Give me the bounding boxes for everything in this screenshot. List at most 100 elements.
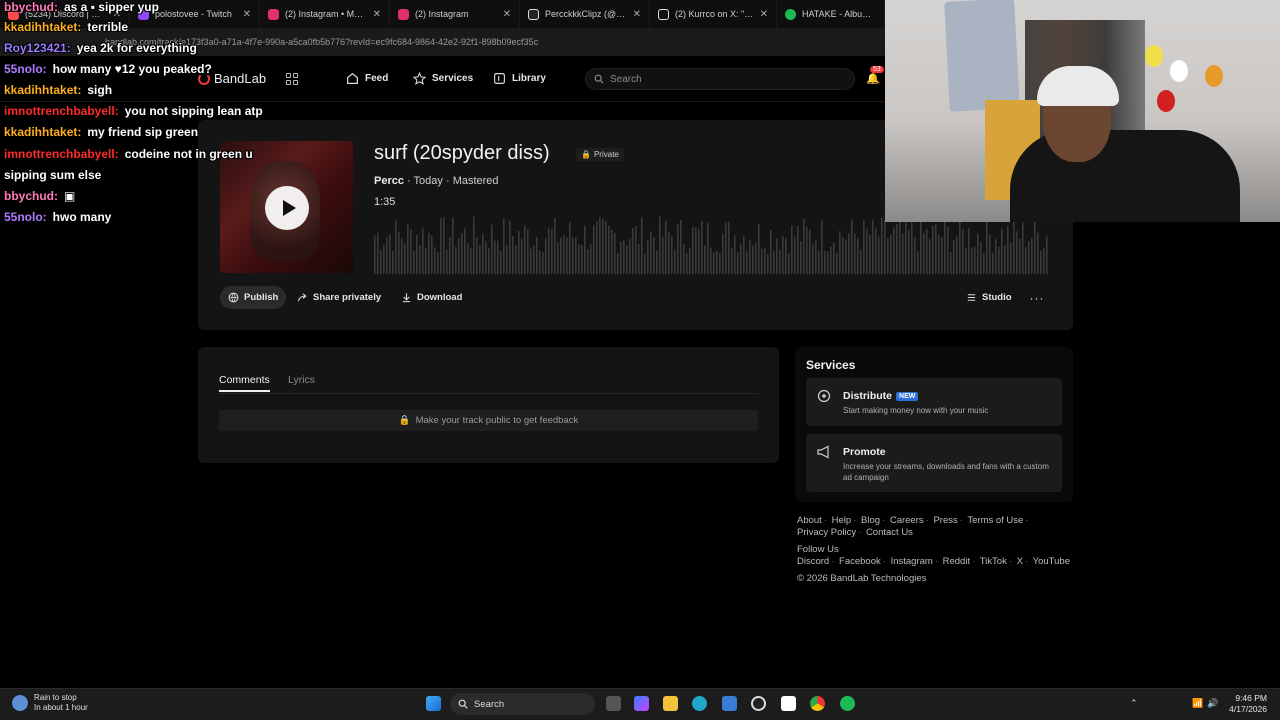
waveform-bar (1016, 231, 1018, 274)
publish-label: Publish (244, 292, 279, 303)
tab-instagram[interactable]: (2) Instagram ✕ (390, 0, 520, 28)
close-icon[interactable]: ✕ (633, 9, 641, 20)
tab-label: HATAKE - Album by R (802, 9, 876, 19)
obs-icon[interactable] (751, 696, 766, 711)
footer-link[interactable]: Help (832, 515, 852, 526)
tab-comments[interactable]: Comments (219, 374, 270, 392)
close-icon[interactable]: ✕ (503, 9, 511, 20)
waveform-bar (986, 217, 988, 274)
waveform[interactable] (374, 214, 1051, 274)
footer-link[interactable]: Blog (861, 515, 880, 526)
waveform-bar (719, 253, 721, 274)
waveform-bar (863, 219, 865, 274)
waveform-bar (848, 233, 850, 274)
weather-widget[interactable]: Rain to stop In about 1 hour (12, 693, 88, 713)
social-link[interactable]: YouTube (1033, 556, 1070, 567)
spotify-icon (785, 8, 796, 20)
edge-icon[interactable] (692, 696, 707, 711)
download-button[interactable]: Download (393, 286, 470, 309)
new-badge: NEW (896, 391, 919, 401)
chrome-icon[interactable] (810, 696, 825, 711)
apps-grid-icon[interactable] (286, 73, 298, 85)
waveform-bar (1034, 220, 1036, 274)
nav-library[interactable]: Library (493, 72, 546, 85)
close-icon[interactable]: ✕ (373, 9, 381, 20)
waveform-bar (509, 220, 511, 274)
footer-link[interactable]: Contact Us (866, 527, 913, 538)
chat-username: 55nolo: (4, 62, 47, 76)
waveform-bar (995, 239, 997, 274)
copilot-icon[interactable] (634, 696, 649, 711)
tray-chevron-icon[interactable]: ⌃ (1130, 698, 1138, 709)
footer-link[interactable]: Careers (890, 515, 924, 526)
taskbar-clock[interactable]: 9:46 PM 4/17/2026 (1222, 693, 1267, 715)
taskbar-search[interactable]: Search (450, 693, 595, 715)
waveform-bar (923, 232, 925, 274)
tab-tiktok[interactable]: PercckkkClipz (@percc ✕ (520, 0, 650, 28)
service-promote[interactable]: Promote Increase your streams, downloads… (806, 434, 1062, 492)
task-view-icon[interactable] (606, 696, 621, 711)
waveform-bar (707, 222, 709, 274)
nav-feed[interactable]: Feed (346, 72, 388, 85)
waveform-bar (578, 243, 580, 274)
close-icon[interactable]: ✕ (760, 9, 768, 20)
tab-lyrics[interactable]: Lyrics (288, 374, 315, 386)
waveform-bar (674, 249, 676, 274)
play-button[interactable] (265, 186, 309, 230)
waveform-bar (611, 229, 613, 274)
volume-icon[interactable]: 🔊 (1207, 698, 1218, 709)
waveform-bar (788, 253, 790, 274)
nav-services[interactable]: Services (413, 72, 473, 85)
share-privately-button[interactable]: Share privately (289, 286, 389, 309)
chat-text: hwo many (52, 210, 112, 224)
tiktok-icon (528, 8, 539, 20)
spotify-icon[interactable] (840, 696, 855, 711)
waveform-bar (866, 228, 868, 274)
footer-social-row: Discord · Facebook · Instagram · Reddit · Ti… (797, 556, 1070, 567)
waveform-bar (566, 237, 568, 274)
more-options-button[interactable]: ··· (1024, 286, 1050, 309)
footer-link[interactable]: Privacy Policy (797, 527, 856, 538)
waveform-bar (407, 224, 409, 274)
waveform-bar (833, 242, 835, 274)
social-link[interactable]: Facebook (839, 556, 881, 567)
chat-username: imnottrenchbabyell: (4, 104, 119, 118)
artist-link[interactable]: Percc (374, 175, 404, 187)
tab-x[interactable]: (2) Kurrco on X: "WHO ✕ (650, 0, 777, 28)
waveform-bar (1004, 245, 1006, 274)
waveform-bar (662, 236, 664, 274)
store-icon[interactable] (722, 696, 737, 711)
waveform-bar (908, 229, 910, 274)
social-link[interactable]: Reddit (943, 556, 970, 567)
capcut-icon[interactable] (781, 696, 796, 711)
social-link[interactable]: Discord (797, 556, 829, 567)
webcam-feed (885, 0, 1280, 222)
file-explorer-icon[interactable] (663, 696, 678, 711)
star-icon (413, 72, 426, 85)
footer-link[interactable]: Terms of Use (967, 515, 1023, 526)
feedback-notice: 🔒 Make your track public to get feedback (219, 410, 758, 431)
waveform-bar (641, 217, 643, 274)
social-link[interactable]: TikTok (980, 556, 1007, 567)
studio-button[interactable]: Studio (958, 286, 1020, 309)
footer-link[interactable]: About (797, 515, 822, 526)
tab-spotify[interactable]: HATAKE - Album by R (777, 0, 885, 28)
windows-start-icon[interactable] (426, 696, 441, 711)
network-icon[interactable]: 📶 (1192, 698, 1203, 709)
bell-icon[interactable]: 🔔 (866, 72, 880, 85)
publish-button[interactable]: Publish (220, 286, 287, 309)
waveform-bar (773, 250, 775, 274)
social-link[interactable]: X (1017, 556, 1023, 567)
service-distribute[interactable]: Distribute NEW Start making money now wit… (806, 378, 1062, 426)
tab-instagram-messages[interactable]: (2) Instagram • Messag ✕ (260, 0, 390, 28)
waveform-bar (965, 248, 967, 274)
waveform-bar (794, 236, 796, 274)
waveform-bar (530, 248, 532, 274)
footer-link[interactable]: Press (933, 515, 957, 526)
search-input[interactable]: Search (585, 68, 855, 90)
close-icon[interactable]: ✕ (243, 9, 251, 20)
waveform-bar (620, 241, 622, 274)
waveform-bar (542, 252, 544, 274)
social-link[interactable]: Instagram (891, 556, 933, 567)
waveform-bar (992, 252, 994, 274)
